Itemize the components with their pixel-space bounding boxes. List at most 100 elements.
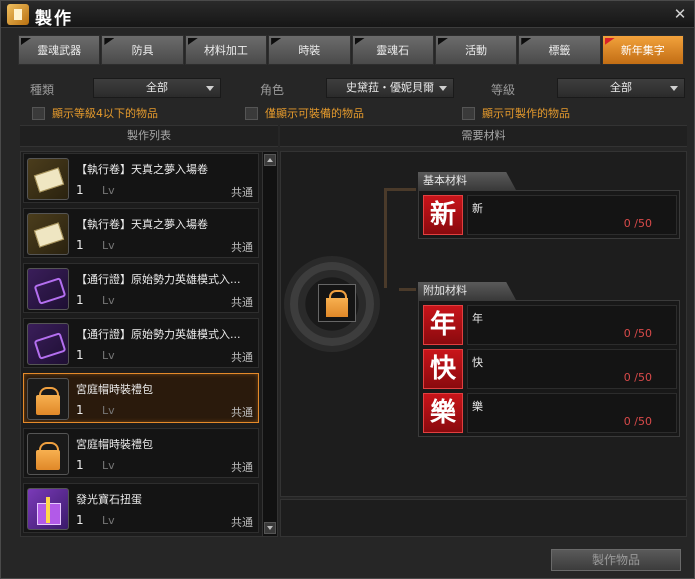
tab-label: 防具: [131, 44, 154, 57]
list-item[interactable]: 發光寶石扭蛋 1 Lv 共通: [23, 483, 259, 533]
item-qty: 1: [76, 513, 84, 527]
craftable-label: 顯示可製作的物品: [482, 107, 570, 120]
tab-soul-weapon[interactable]: 靈魂武器: [18, 35, 101, 65]
tab-flag-icon: [604, 38, 615, 45]
tab-flag-icon: [521, 38, 532, 45]
tab-event[interactable]: 活動: [434, 35, 518, 65]
character-dropdown[interactable]: 史黛菈・優妮貝爾: [326, 78, 454, 98]
level-dropdown-value: 全部: [610, 81, 632, 94]
type-dropdown[interactable]: 全部: [93, 78, 221, 98]
tab-label: 材料加工: [203, 44, 248, 57]
craftable-checkbox[interactable]: 顯示可製作的物品: [462, 105, 570, 121]
materials-panel: 基本材料 新 新 0 /50 附加材料 年 年 0 /50 快 快 0 /50 …: [280, 151, 687, 497]
list-item-selected[interactable]: 宮庭帽時裝禮包 1 Lv 共通: [23, 373, 259, 423]
list-item[interactable]: 宮庭帽時裝禮包 1 Lv 共通: [23, 428, 259, 478]
item-name: 【通行證】原始勢力英雄模式入...: [76, 273, 241, 286]
craft-window-icon: [7, 4, 29, 25]
bag-icon: [27, 378, 69, 420]
item-level: Lv: [102, 349, 115, 362]
equippable-only-label: 僅顯示可裝備的物品: [265, 107, 364, 120]
item-qty: 1: [76, 403, 84, 417]
tab-soul-stone[interactable]: 靈魂石: [351, 35, 434, 65]
ticket-icon: [27, 213, 69, 255]
item-job: 共通: [231, 406, 253, 419]
item-name: 【執行卷】天真之夢入場卷: [76, 163, 208, 176]
item-name: 【通行證】原始勢力英雄模式入...: [76, 328, 241, 341]
tab-label: 靈魂石: [376, 44, 410, 57]
chevron-down-icon: [206, 86, 214, 91]
item-job: 共通: [231, 186, 253, 199]
tab-new-year-collect[interactable]: 新年集字: [601, 35, 684, 65]
list-item[interactable]: 【執行卷】天真之夢入場卷 1 Lv 共通: [23, 153, 259, 203]
materials-header: 需要材料: [280, 125, 687, 147]
below-level-checkbox[interactable]: 顯示等級4以下的物品: [32, 105, 158, 121]
character-label: 角色: [260, 83, 285, 97]
craft-list-header: 製作列表: [20, 125, 278, 147]
character-dropdown-value: 史黛菈・優妮貝爾: [346, 81, 434, 94]
item-level: Lv: [102, 459, 115, 472]
filter-row: 種類 全部 角色 史黛菈・優妮貝爾 等級 全部: [1, 78, 694, 100]
level-dropdown[interactable]: 全部: [557, 78, 685, 98]
tab-label: 活動: [465, 44, 488, 57]
item-name: 【執行卷】天真之夢入場卷: [76, 218, 208, 231]
title-bar[interactable]: 製作 ✕: [1, 1, 694, 29]
equippable-only-checkbox[interactable]: 僅顯示可裝備的物品: [245, 105, 364, 121]
glyph-le-icon: 樂: [423, 393, 463, 433]
scroll-up-icon[interactable]: [264, 154, 276, 166]
crafting-window: 製作 ✕ 靈魂武器 防具 材料加工 時裝 靈魂石 活動 標籤 新年集字 種類 全…: [0, 0, 695, 579]
item-job: 共通: [231, 296, 253, 309]
tab-flag-icon: [187, 38, 198, 45]
tab-tag[interactable]: 標籤: [518, 35, 601, 65]
tab-label: 標籤: [548, 44, 571, 57]
tab-flag-icon: [354, 38, 365, 45]
gift-icon: [27, 488, 69, 530]
list-item[interactable]: 【執行卷】天真之夢入場卷 1 Lv 共通: [23, 208, 259, 258]
checkbox-square[interactable]: [32, 106, 45, 120]
item-qty: 1: [76, 458, 84, 472]
material-info: 年 0 /50: [467, 305, 677, 345]
tab-flag-icon: [271, 38, 282, 45]
extra-materials-box: 年 年 0 /50 快 快 0 /50 樂 樂 0 /50: [418, 300, 680, 437]
material-info: 快 0 /50: [467, 349, 677, 389]
material-info: 樂 0 /50: [467, 393, 677, 433]
close-icon[interactable]: ✕: [672, 6, 688, 22]
material-info: 新 0 /50: [467, 195, 677, 235]
tab-material-processing[interactable]: 材料加工: [184, 35, 268, 65]
craft-button[interactable]: 製作物品: [551, 549, 681, 571]
material-name: 快: [472, 356, 483, 369]
material-count: 0 /50: [623, 217, 652, 230]
item-name: 宮庭帽時裝禮包: [76, 438, 153, 451]
list-item[interactable]: 【通行證】原始勢力英雄模式入... 1 Lv 共通: [23, 318, 259, 368]
list-item[interactable]: 【通行證】原始勢力英雄模式入... 1 Lv 共通: [23, 263, 259, 313]
item-name: 發光寶石扭蛋: [76, 493, 142, 506]
item-qty: 1: [76, 238, 84, 252]
tab-armor[interactable]: 防具: [101, 35, 184, 65]
glyph-nian-icon: 年: [423, 305, 463, 345]
category-tabs: 靈魂武器 防具 材料加工 時裝 靈魂石 活動 標籤 新年集字: [18, 35, 684, 65]
checkbox-square[interactable]: [245, 106, 258, 120]
basic-materials-header: 基本材料: [418, 172, 516, 190]
pass-icon: [27, 268, 69, 310]
ticket-icon: [27, 158, 69, 200]
window-title: 製作: [35, 9, 73, 29]
item-job: 共通: [231, 241, 253, 254]
scroll-down-icon[interactable]: [264, 522, 276, 534]
item-job: 共通: [231, 351, 253, 364]
list-scrollbar[interactable]: [262, 152, 277, 536]
tab-label: 時裝: [298, 44, 321, 57]
material-row: 年 年 0 /50: [423, 305, 677, 345]
tab-costume[interactable]: 時裝: [268, 35, 351, 65]
material-name: 樂: [472, 400, 483, 413]
type-dropdown-value: 全部: [146, 81, 168, 94]
level-label: 等級: [491, 83, 516, 97]
glyph-kuai-icon: 快: [423, 349, 463, 389]
bag-icon: [27, 433, 69, 475]
item-level: Lv: [102, 514, 115, 527]
checkbox-square[interactable]: [462, 106, 475, 120]
checkbox-row: 顯示等級4以下的物品 僅顯示可裝備的物品 顯示可製作的物品: [1, 105, 694, 121]
tab-label: 靈魂武器: [37, 44, 82, 57]
material-count: 0 /50: [623, 415, 652, 428]
tab-flag-icon: [21, 38, 31, 45]
chevron-down-icon: [439, 86, 447, 91]
item-job: 共通: [231, 461, 253, 474]
